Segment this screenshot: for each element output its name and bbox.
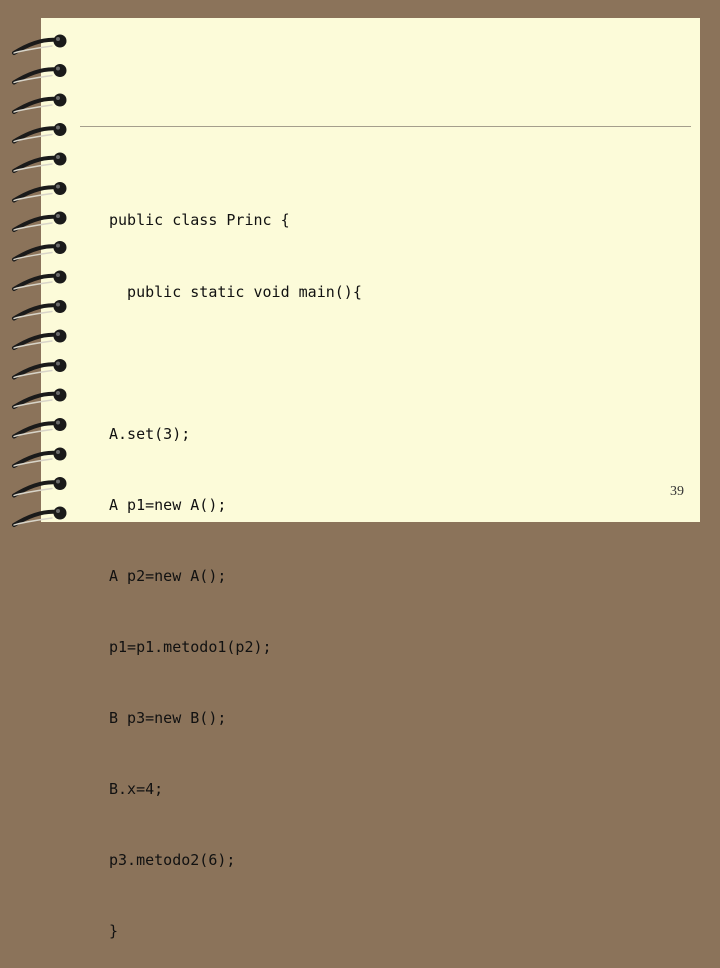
code-line: p1=p1.metodo1(p2);	[109, 637, 272, 656]
spiral-ring-icon	[12, 329, 67, 350]
spiral-ring-icon	[12, 270, 67, 291]
spiral-ring-icon	[12, 447, 67, 468]
spiral-ring-icon	[12, 182, 67, 203]
code-line: B p3=new B();	[109, 709, 227, 728]
spiral-ring-icon	[12, 477, 67, 498]
title-divider	[80, 126, 691, 127]
code-line: }	[109, 922, 119, 941]
spiral-ring-icon	[12, 211, 67, 232]
page-number: 39	[670, 484, 684, 499]
code-line: public static void main(){	[109, 282, 362, 301]
code-line: A p1=new A();	[109, 495, 227, 514]
spiral-ring-icon	[12, 93, 67, 114]
code-line: A p2=new A();	[109, 566, 227, 585]
spiral-ring-icon	[12, 300, 67, 321]
code-line: public class Princ {	[109, 211, 290, 230]
code-block: public class Princ { public static void …	[109, 162, 362, 968]
spiral-ring-icon	[12, 418, 67, 439]
spiral-ring-icon	[12, 64, 67, 85]
spiral-ring-icon	[12, 152, 67, 173]
spiral-ring-icon	[12, 388, 67, 409]
spiral-ring-icon	[12, 241, 67, 262]
spiral-ring-icon	[12, 359, 67, 380]
code-line: B.x=4;	[109, 780, 164, 799]
code-line: p3.metodo2(6);	[109, 851, 236, 870]
spiral-ring-icon	[12, 34, 67, 55]
spiral-binding	[12, 34, 67, 527]
code-line: A.set(3);	[109, 424, 191, 443]
spiral-ring-icon	[12, 123, 67, 144]
spiral-ring-icon	[12, 506, 67, 527]
